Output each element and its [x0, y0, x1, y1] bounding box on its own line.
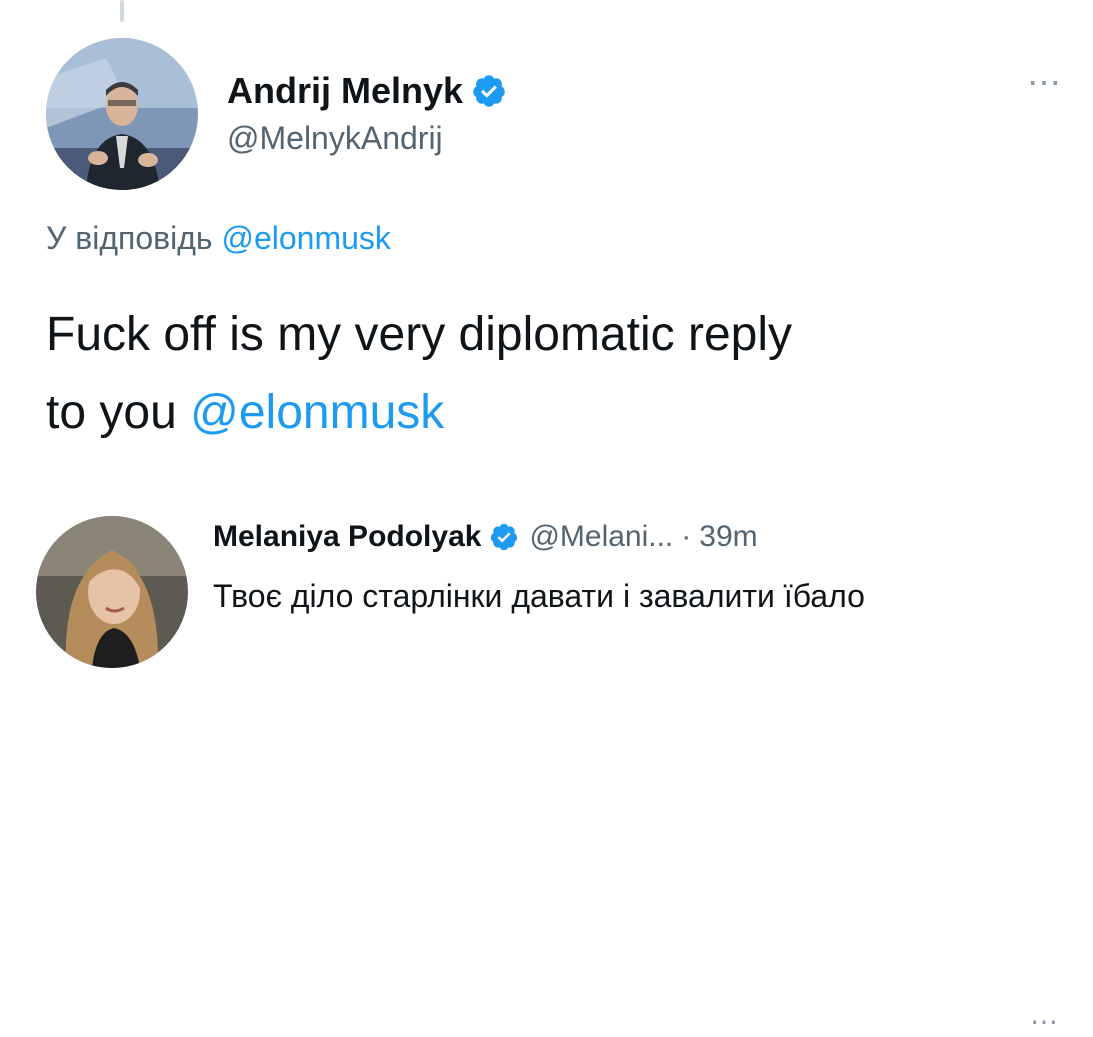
- author-avatar[interactable]: [46, 38, 198, 190]
- reply-author-handle[interactable]: @Melani...: [529, 518, 673, 556]
- reply-verified-badge-icon: [489, 522, 519, 552]
- tweet-text: Fuck off is my very diplomatic reply to …: [46, 296, 1056, 452]
- reply-author-name[interactable]: Melaniya Podolyak: [213, 518, 481, 556]
- reply-timestamp[interactable]: 39m: [699, 518, 757, 556]
- reply-author-avatar[interactable]: [36, 516, 188, 668]
- verified-badge-icon: [471, 73, 507, 109]
- main-tweet[interactable]: Andrij Melnyk @MelnykAndrij ⋯ У відповід…: [0, 0, 1093, 480]
- author-name[interactable]: Andrij Melnyk: [227, 70, 463, 112]
- reply-tweet[interactable]: Melaniya Podolyak @Melani... · 39m ⋯ Тво…: [0, 490, 1093, 1036]
- reply-header: Melaniya Podolyak @Melani... · 39m: [213, 518, 758, 556]
- reply-context-label: У відповідь: [46, 220, 213, 256]
- reply-text: Твоє діло старлінки давати і завалити їб…: [213, 578, 865, 614]
- author-handle[interactable]: @MelnykAndrij: [227, 118, 507, 158]
- tweet-text-line-1: Fuck off is my very diplomatic reply: [46, 308, 792, 361]
- author-info: Andrij Melnyk @MelnykAndrij: [227, 70, 507, 158]
- tweet-mention-link[interactable]: @elonmusk: [190, 386, 444, 439]
- reply-context: У відповідь @elonmusk: [46, 218, 391, 258]
- tweet-text-line-2-prefix: to you: [46, 386, 177, 439]
- reply-separator: ·: [681, 520, 692, 553]
- more-options-icon[interactable]: ⋯: [1027, 66, 1063, 100]
- reply-more-options-icon[interactable]: ⋯: [1030, 1008, 1060, 1036]
- reply-context-mention-link[interactable]: @elonmusk: [221, 220, 390, 256]
- tweet-text-line-2: to you @elonmusk: [46, 374, 1056, 452]
